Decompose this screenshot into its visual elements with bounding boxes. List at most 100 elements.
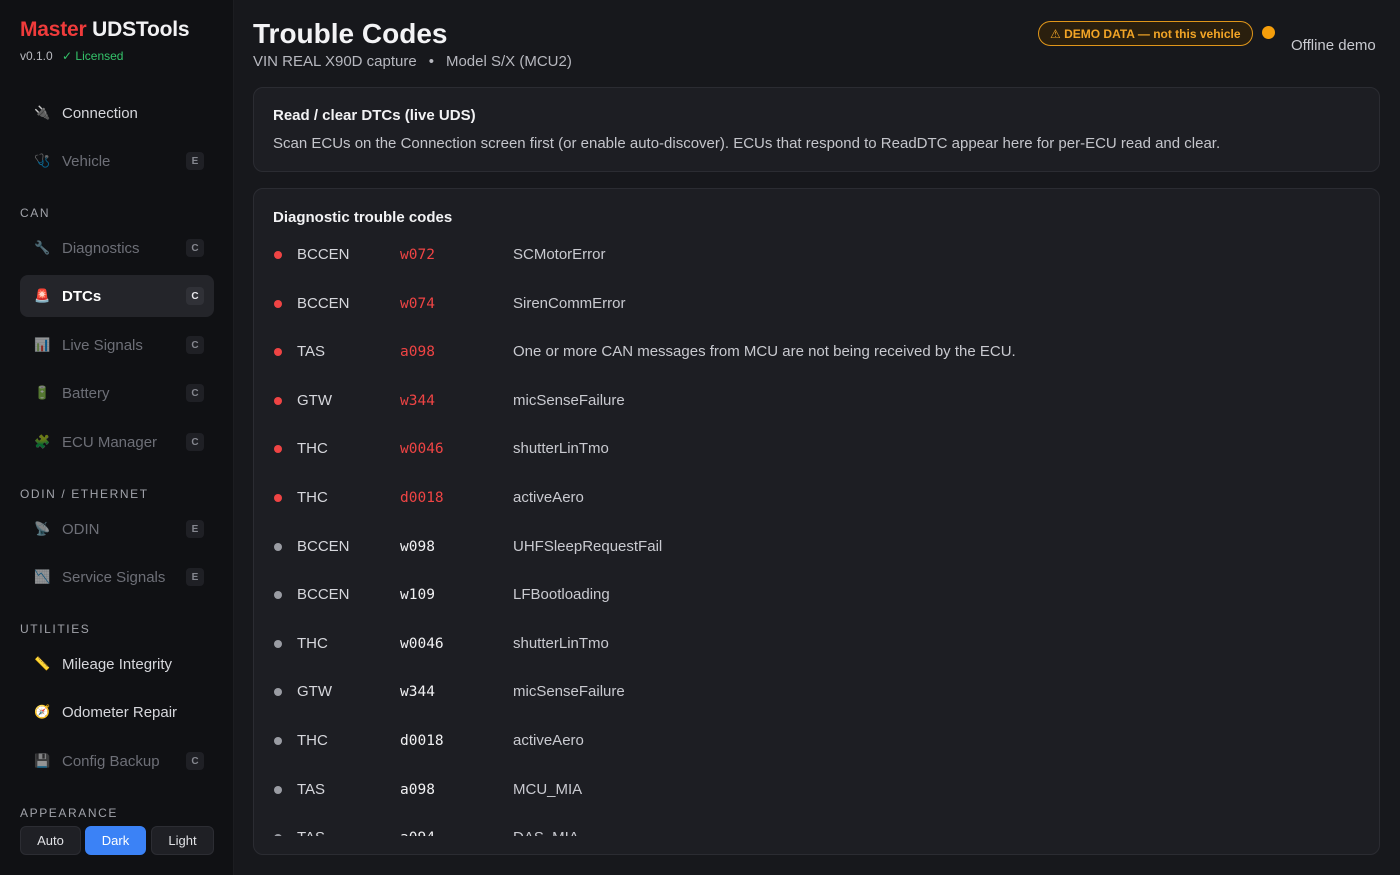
sidebar-item-odometer-repair[interactable]: 🧭 Odometer Repair bbox=[20, 691, 214, 733]
siren-icon: 🚨 bbox=[34, 288, 51, 303]
subtitle-separator: • bbox=[428, 53, 434, 70]
dtc-code: a098 bbox=[400, 344, 435, 360]
dtc-code: w074 bbox=[400, 296, 435, 312]
stethoscope-icon: 🩺 bbox=[34, 153, 51, 168]
dtc-status-dot bbox=[274, 640, 282, 648]
dtc-ecu: THC bbox=[297, 635, 328, 652]
connection-status-text: Offline demo bbox=[1291, 37, 1376, 54]
wrench-icon: 🔧 bbox=[34, 240, 51, 255]
bar-chart-icon: 📊 bbox=[34, 337, 51, 352]
dtc-code: a094 bbox=[400, 830, 435, 836]
appearance-auto-button[interactable]: Auto bbox=[20, 826, 81, 855]
dtc-code: w072 bbox=[400, 247, 435, 263]
dtc-row[interactable]: TAS a098 One or more CAN messages from MCU… bbox=[254, 337, 1379, 367]
dtc-code: w098 bbox=[400, 539, 435, 555]
puzzle-icon: 🧩 bbox=[34, 434, 51, 449]
dtc-ecu: TAS bbox=[297, 829, 325, 836]
dtc-description: activeAero bbox=[513, 732, 584, 749]
dtc-description: SCMotorError bbox=[513, 246, 606, 263]
connection-status-dot bbox=[1262, 26, 1275, 39]
dtc-code: w344 bbox=[400, 393, 435, 409]
dtc-description: micSenseFailure bbox=[513, 392, 625, 409]
sidebar: Master UDSTools v0.1.0 ✓ Licensed 🔌 Conn… bbox=[0, 0, 234, 875]
mode-badge: C bbox=[186, 384, 204, 402]
dtc-row[interactable]: BCCEN w098 UHFSleepRequestFail bbox=[254, 532, 1379, 562]
dtc-code: w109 bbox=[400, 587, 435, 603]
mode-badge: C bbox=[186, 433, 204, 451]
dtc-description: MCU_MIA bbox=[513, 781, 583, 798]
dtc-row[interactable]: BCCEN w109 LFBootloading bbox=[254, 580, 1379, 610]
dtc-code: w0046 bbox=[400, 441, 444, 457]
app-version: v0.1.0 bbox=[20, 49, 53, 63]
section-heading-utilities: UTILITIES bbox=[20, 622, 91, 636]
dtc-row[interactable]: THC w0046 shutterLinTmo bbox=[254, 434, 1379, 464]
dtc-card-title: Diagnostic trouble codes bbox=[273, 209, 453, 226]
mode-badge: C bbox=[186, 287, 204, 305]
dtc-status-dot bbox=[274, 688, 282, 696]
dtc-ecu: TAS bbox=[297, 781, 326, 798]
dtc-ecu: THC bbox=[297, 489, 328, 506]
sidebar-item-dtcs[interactable]: 🚨 DTCs C bbox=[20, 275, 214, 317]
trend-chart-icon: 📉 bbox=[34, 569, 51, 584]
app-brand: Master UDSTools bbox=[20, 18, 190, 42]
sidebar-item-diagnostics[interactable]: 🔧 Diagnostics C bbox=[20, 227, 214, 269]
dtc-row[interactable]: TAS a098 MCU_MIA bbox=[254, 775, 1379, 805]
sidebar-item-service-signals[interactable]: 📉 Service Signals E bbox=[20, 556, 214, 598]
sidebar-item-ecu-manager[interactable]: 🧩 ECU Manager C bbox=[20, 421, 214, 463]
dtc-row[interactable]: THC d0018 activeAero bbox=[254, 483, 1379, 513]
dtc-ecu: TAS bbox=[297, 343, 326, 360]
dtc-status-dot bbox=[274, 494, 282, 502]
dtc-description: DAS_MIA bbox=[513, 829, 579, 836]
sidebar-item-config-backup[interactable]: 💾 Config Backup C bbox=[20, 740, 214, 782]
mode-badge: C bbox=[186, 336, 204, 354]
appearance-dark-button[interactable]: Dark bbox=[85, 826, 146, 855]
dtc-row[interactable]: TAS a094 DAS_MIA bbox=[254, 823, 1379, 836]
dtc-description: SirenCommError bbox=[513, 295, 626, 312]
dtc-row[interactable]: BCCEN w072 SCMotorError bbox=[254, 240, 1379, 270]
sidebar-item-mileage-integrity[interactable]: 📏 Mileage Integrity bbox=[20, 643, 214, 685]
satellite-icon: 📡 bbox=[34, 521, 51, 536]
dtc-status-dot bbox=[274, 300, 282, 308]
mode-badge: E bbox=[186, 520, 204, 538]
ruler-icon: 📏 bbox=[34, 656, 51, 671]
section-heading-odin: ODIN / ETHERNET bbox=[20, 487, 149, 501]
dtc-list[interactable]: BCCEN w072 SCMotorError BCCEN w074 SirenCommE… bbox=[254, 235, 1379, 836]
dtc-row[interactable]: GTW w344 micSenseFailure bbox=[254, 677, 1379, 707]
model-label: Model S/X (MCU2) bbox=[445, 53, 572, 70]
mode-badge: C bbox=[186, 239, 204, 257]
mode-badge: E bbox=[186, 568, 204, 586]
dtc-row[interactable]: GTW w344 micSenseFailure bbox=[254, 386, 1379, 416]
dtc-code: d0018 bbox=[400, 490, 444, 506]
sidebar-item-odin[interactable]: 📡 ODIN E bbox=[20, 508, 214, 550]
sidebar-item-vehicle[interactable]: 🩺 Vehicle E bbox=[20, 140, 214, 182]
dtc-code: w344 bbox=[400, 684, 435, 700]
sidebar-item-battery[interactable]: 🔋 Battery C bbox=[20, 372, 214, 414]
license-status: ✓ Licensed bbox=[62, 49, 124, 63]
mode-badge: C bbox=[186, 752, 204, 770]
dtc-ecu: THC bbox=[297, 440, 328, 457]
dtc-status-dot bbox=[274, 251, 282, 259]
dtc-row[interactable]: THC d0018 activeAero bbox=[254, 726, 1379, 756]
gauge-icon: 🧭 bbox=[34, 704, 51, 719]
dtc-card: Diagnostic trouble codes BCCEN w072 SCMoto… bbox=[253, 188, 1380, 855]
vehicle-subtitle: VIN REAL X90D capture • Model S/X (MCU2) bbox=[253, 53, 572, 70]
mode-badge: E bbox=[186, 152, 204, 170]
dtc-ecu: GTW bbox=[297, 392, 332, 409]
dtc-status-dot bbox=[274, 737, 282, 745]
dtc-description: LFBootloading bbox=[513, 586, 610, 603]
appearance-light-button[interactable]: Light bbox=[151, 826, 214, 855]
sidebar-item-label: Connection bbox=[62, 104, 138, 122]
dtc-status-dot bbox=[274, 543, 282, 551]
sidebar-item-label: Odometer Repair bbox=[62, 703, 178, 721]
section-heading-can: CAN bbox=[20, 206, 51, 220]
dtc-status-dot bbox=[274, 397, 282, 405]
brand-master: Master bbox=[20, 18, 87, 41]
sidebar-item-live-signals[interactable]: 📊 Live Signals C bbox=[20, 324, 214, 366]
dtc-row[interactable]: BCCEN w074 SirenCommError bbox=[254, 289, 1379, 319]
dtc-code: w0046 bbox=[400, 636, 444, 652]
dtc-status-dot bbox=[274, 834, 282, 836]
page-title: Trouble Codes bbox=[253, 18, 448, 49]
dtc-row[interactable]: THC w0046 shutterLinTmo bbox=[254, 629, 1379, 659]
sidebar-item-connection[interactable]: 🔌 Connection bbox=[20, 92, 214, 134]
dtc-description: One or more CAN messages from MCU are no… bbox=[513, 343, 1016, 360]
